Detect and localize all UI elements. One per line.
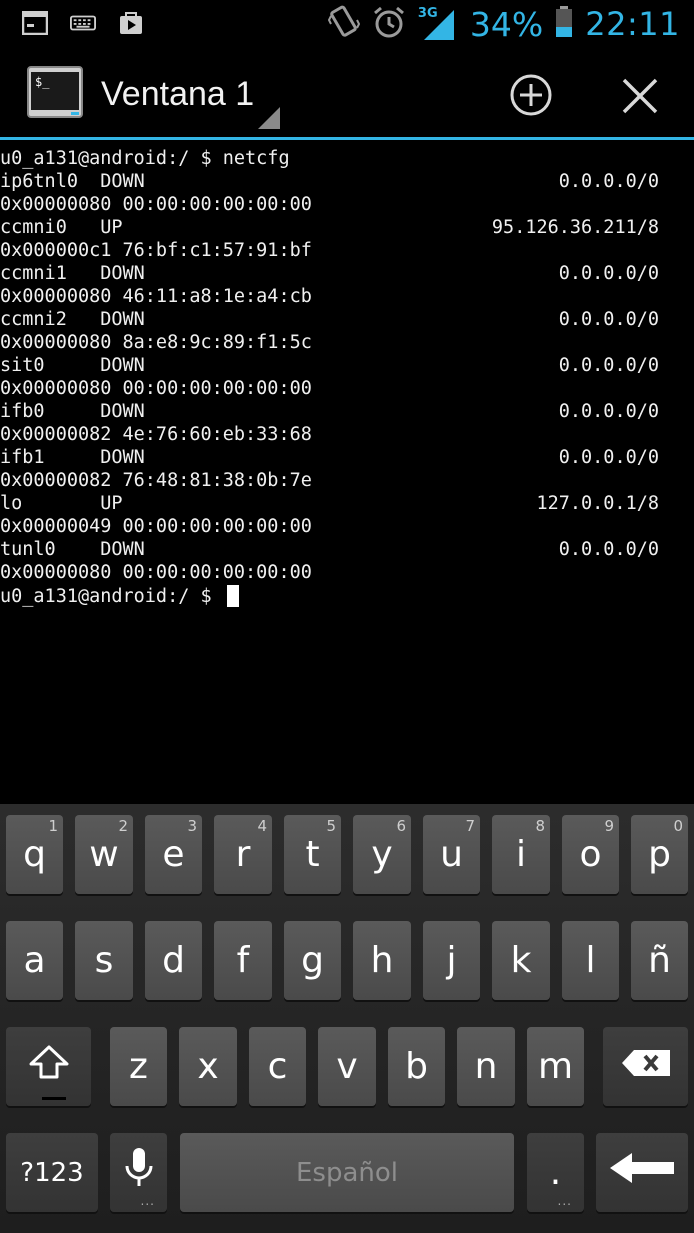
backspace-icon xyxy=(620,1046,672,1087)
terminal-line: 0x00000080 00:00:00:00:00:00 xyxy=(0,194,312,215)
shift-icon xyxy=(27,1044,71,1089)
key-u[interactable]: u7 xyxy=(423,815,480,894)
shift-indicator xyxy=(42,1097,66,1100)
key-f[interactable]: f xyxy=(214,921,272,1000)
key-c[interactable]: c xyxy=(249,1027,306,1106)
key-n-tilde[interactable]: ñ xyxy=(631,921,688,1000)
key-p[interactable]: p0 xyxy=(631,815,688,894)
vibrate-icon xyxy=(327,4,361,44)
key-n[interactable]: n xyxy=(457,1027,515,1106)
terminal-cursor xyxy=(226,585,239,607)
window-dropdown-indicator[interactable] xyxy=(258,107,280,129)
symbols-key[interactable]: ?123 xyxy=(6,1133,98,1212)
terminal-line: tunl0 DOWN 0.0.0.0/0 xyxy=(0,539,659,560)
terminal-line: 0x00000080 46:11:a8:1e:a4:cb xyxy=(0,286,312,307)
add-window-icon[interactable] xyxy=(509,73,553,117)
key-v[interactable]: v xyxy=(318,1027,376,1106)
space-key[interactable]: Español xyxy=(180,1133,514,1212)
terminal-line: ccmni2 DOWN 0.0.0.0/0 xyxy=(0,309,659,330)
terminal-prompt-line[interactable]: u0_a131@android:/ $ xyxy=(0,585,694,608)
key-i[interactable]: i8 xyxy=(492,815,550,894)
key-s[interactable]: s xyxy=(75,921,133,1000)
soft-keyboard: q1 w2 e3 r4 t5 y6 u7 i8 o9 p0 a s d f g … xyxy=(0,804,694,1233)
microphone-key[interactable]: ... xyxy=(110,1133,167,1212)
more-options-dots: ... xyxy=(557,1194,572,1208)
play-store-icon xyxy=(118,10,144,36)
terminal-line: 0x00000080 00:00:00:00:00:00 xyxy=(0,378,312,399)
key-z[interactable]: z xyxy=(110,1027,167,1106)
key-k[interactable]: k xyxy=(492,921,550,1000)
more-options-dots: ... xyxy=(140,1194,155,1208)
period-key[interactable]: .... xyxy=(527,1133,584,1212)
terminal-prompt: u0_a131@android:/ $ xyxy=(0,586,212,607)
key-t[interactable]: t5 xyxy=(284,815,341,894)
terminal-line: ccmni0 UP 95.126.36.211/8 xyxy=(0,217,659,238)
terminal-output[interactable]: u0_a131@android:/ $ netcfg ip6tnl0 DOWN 0… xyxy=(0,144,694,804)
key-m[interactable]: m xyxy=(527,1027,584,1106)
key-x[interactable]: x xyxy=(179,1027,237,1106)
clock: 22:11 xyxy=(585,5,680,43)
terminal-line: 0x00000080 8a:e8:9c:89:f1:5c xyxy=(0,332,312,353)
key-y[interactable]: y6 xyxy=(353,815,411,894)
key-w[interactable]: w2 xyxy=(75,815,133,894)
close-window-icon[interactable] xyxy=(619,75,661,117)
enter-icon xyxy=(608,1151,676,1194)
enter-key[interactable] xyxy=(596,1133,688,1212)
key-l[interactable]: l xyxy=(562,921,619,1000)
key-o[interactable]: o9 xyxy=(562,815,619,894)
key-g[interactable]: g xyxy=(284,921,341,1000)
window-selector[interactable]: Ventana 1 xyxy=(101,75,254,114)
key-h[interactable]: h xyxy=(353,921,411,1000)
terminal-line: ifb1 DOWN 0.0.0.0/0 xyxy=(0,447,659,468)
terminal-line: 0x000000c1 76:bf:c1:57:91:bf xyxy=(0,240,312,261)
shift-key[interactable] xyxy=(6,1027,91,1106)
terminal-line: lo UP 127.0.0.1/8 xyxy=(0,493,659,514)
terminal-line: u0_a131@android:/ $ netcfg xyxy=(0,148,290,169)
terminal-line: 0x00000082 4e:76:60:eb:33:68 xyxy=(0,424,312,445)
battery-percent: 34% xyxy=(469,4,544,44)
status-bar: 3G 34% 22:11 xyxy=(0,0,694,48)
terminal-line: ccmni1 DOWN 0.0.0.0/0 xyxy=(0,263,659,284)
terminal-line: sit0 DOWN 0.0.0.0/0 xyxy=(0,355,659,376)
action-bar-divider xyxy=(0,137,694,140)
signal-3g-icon: 3G xyxy=(418,6,458,42)
backspace-key[interactable] xyxy=(603,1027,688,1106)
keyboard-icon xyxy=(70,10,96,36)
terminal-app-icon[interactable]: $_ xyxy=(27,66,83,120)
alarm-icon xyxy=(372,5,406,43)
notification-icons xyxy=(22,10,144,36)
key-e[interactable]: e3 xyxy=(145,815,202,894)
terminal-line: 0x00000080 00:00:00:00:00:00 xyxy=(0,562,312,583)
key-a[interactable]: a xyxy=(6,921,63,1000)
key-d[interactable]: d xyxy=(145,921,202,1000)
key-b[interactable]: b xyxy=(388,1027,445,1106)
key-r[interactable]: r4 xyxy=(214,815,272,894)
terminal-notification-icon xyxy=(22,10,48,36)
svg-text:$_: $_ xyxy=(35,75,50,89)
battery-icon xyxy=(555,6,573,42)
key-q[interactable]: q1 xyxy=(6,815,63,894)
terminal-line: ip6tnl0 DOWN 0.0.0.0/0 xyxy=(0,171,659,192)
microphone-icon xyxy=(123,1146,155,1199)
terminal-line: 0x00000049 00:00:00:00:00:00 xyxy=(0,516,312,537)
system-indicators: 3G 34% 22:11 xyxy=(327,4,680,44)
network-type-label: 3G xyxy=(417,6,438,21)
key-j[interactable]: j xyxy=(423,921,480,1000)
terminal-line: ifb0 DOWN 0.0.0.0/0 xyxy=(0,401,659,422)
terminal-line: 0x00000082 76:48:81:38:0b:7e xyxy=(0,470,312,491)
action-bar: $_ Ventana 1 xyxy=(0,49,694,137)
